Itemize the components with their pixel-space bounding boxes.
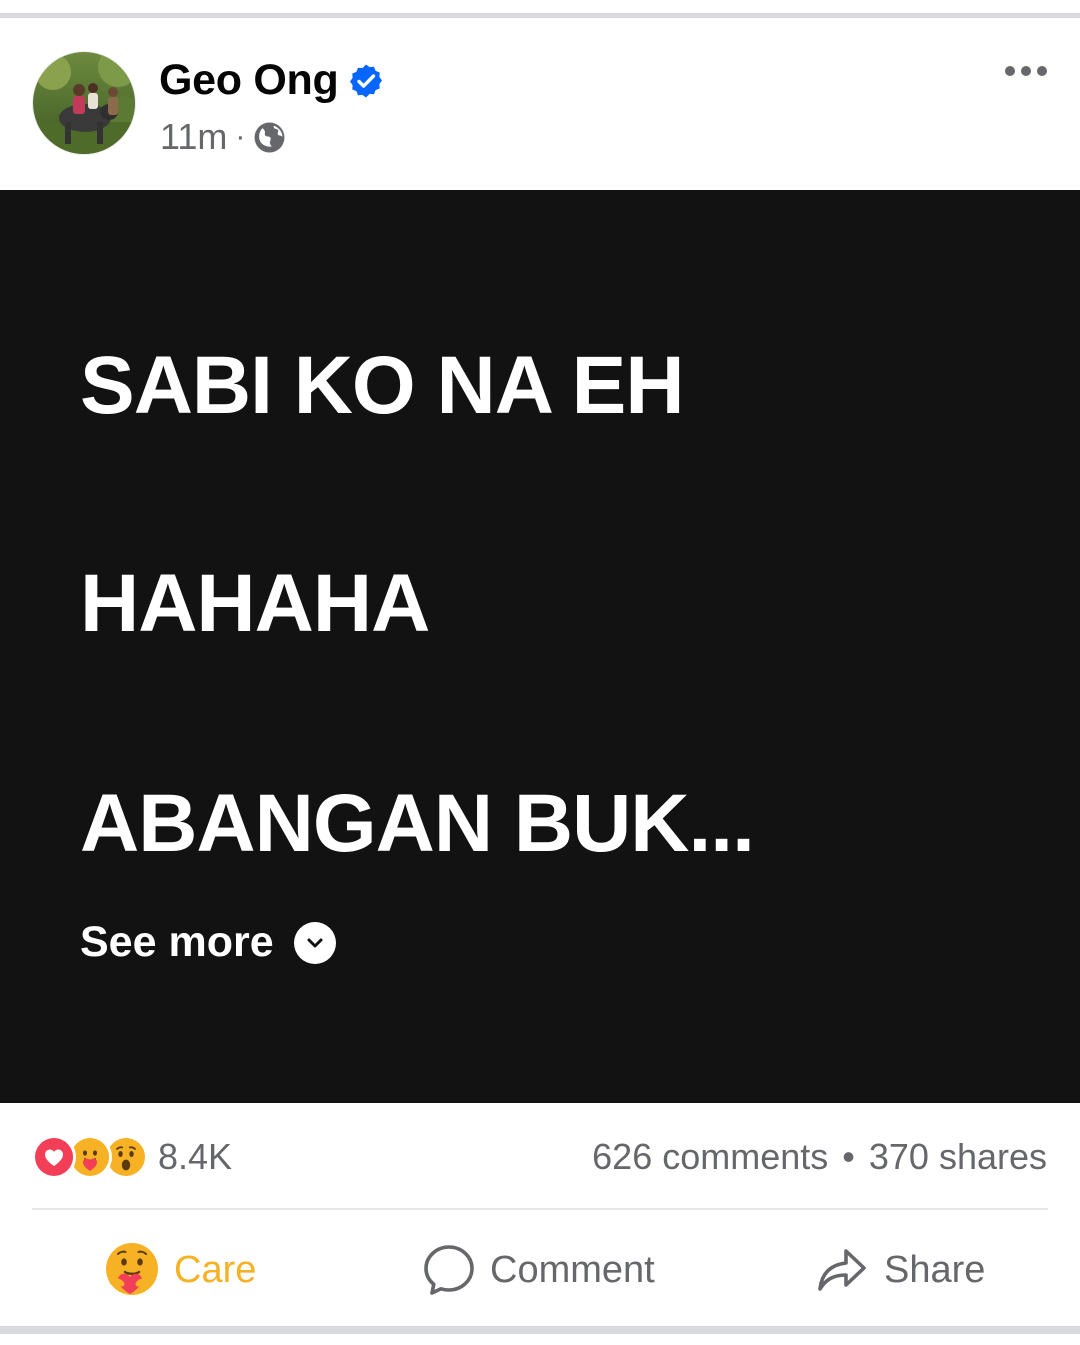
- more-dot-icon: [1005, 66, 1015, 76]
- chevron-down-icon: [293, 921, 336, 964]
- post-stats: 626 comments • 370 shares: [592, 1136, 1047, 1178]
- post-text-line-2: HAHAHA: [80, 558, 430, 649]
- care-reaction-button[interactable]: Care: [104, 1240, 256, 1300]
- comment-button[interactable]: Comment: [422, 1240, 655, 1300]
- post-text-line-3: ABANGAN BUK...: [80, 778, 755, 869]
- author-name[interactable]: Geo Ong: [159, 56, 339, 105]
- more-options-button[interactable]: [996, 56, 1056, 86]
- author-avatar[interactable]: [33, 52, 135, 154]
- post-text-line-1: SABI KO NA EH: [80, 340, 685, 431]
- care-label: Care: [174, 1248, 257, 1291]
- meta-separator: ·: [235, 120, 246, 153]
- comment-label: Comment: [490, 1248, 655, 1291]
- post-meta: 11m ·: [160, 116, 286, 158]
- post-header: Geo Ong 11m ·: [0, 18, 1080, 190]
- share-icon: [818, 1249, 866, 1291]
- comment-icon: [424, 1245, 474, 1295]
- post-content[interactable]: SABI KO NA EH HAHAHA ABANGAN BUK... See …: [0, 190, 1080, 1103]
- author-row: Geo Ong: [159, 56, 384, 105]
- share-label: Share: [884, 1248, 986, 1291]
- bottom-divider: [0, 1326, 1080, 1345]
- more-dot-icon: [1021, 66, 1031, 76]
- care-emoji-icon: [106, 1243, 158, 1295]
- comment-count[interactable]: 626 comments: [592, 1136, 828, 1178]
- see-more-label: See more: [80, 918, 274, 966]
- verified-badge-icon: [350, 64, 383, 97]
- stats-separator: •: [842, 1136, 855, 1177]
- facebook-post: Geo Ong 11m · SABI KO NA EH HAHAHA ABANG…: [0, 0, 1080, 1345]
- heart-reaction-icon: [32, 1135, 76, 1179]
- more-dot-icon: [1037, 66, 1047, 76]
- reaction-count: 8.4K: [158, 1136, 233, 1177]
- actions-divider: [32, 1208, 1048, 1210]
- share-button[interactable]: Share: [816, 1240, 985, 1300]
- share-count[interactable]: 370 shares: [869, 1136, 1047, 1178]
- see-more-button[interactable]: See more: [80, 918, 336, 967]
- top-divider: [0, 0, 1080, 18]
- post-time[interactable]: 11m: [160, 116, 227, 158]
- reactions-summary[interactable]: 8.4K: [32, 1135, 232, 1179]
- globe-icon: [254, 122, 285, 152]
